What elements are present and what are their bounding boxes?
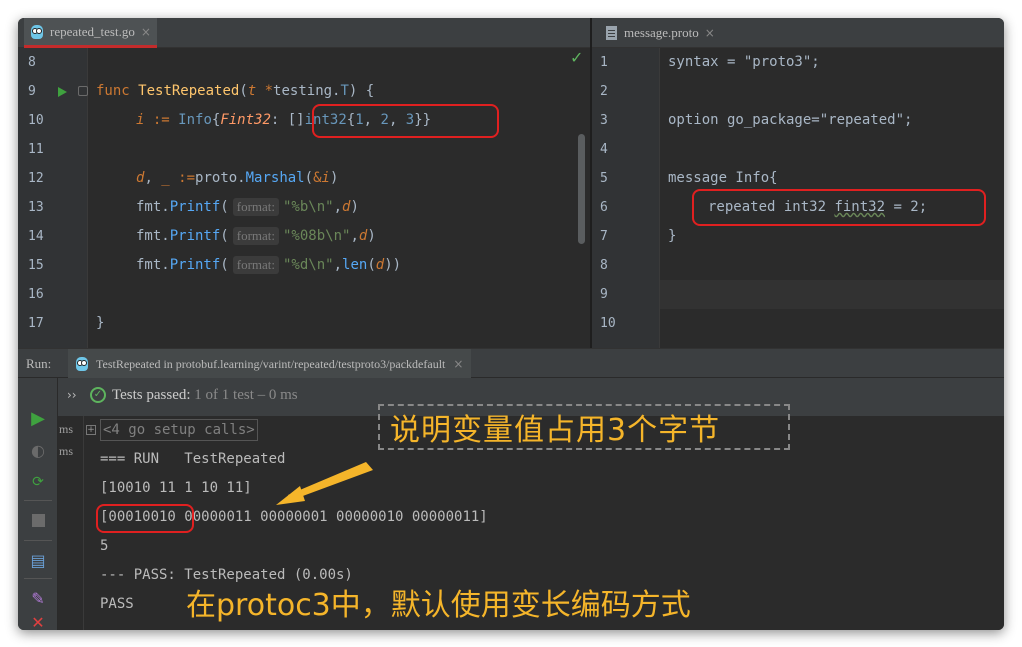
annotation-varint-note: 在protoc3中，默认使用变长编码方式 — [186, 588, 691, 623]
annotation-arrow — [276, 462, 373, 505]
